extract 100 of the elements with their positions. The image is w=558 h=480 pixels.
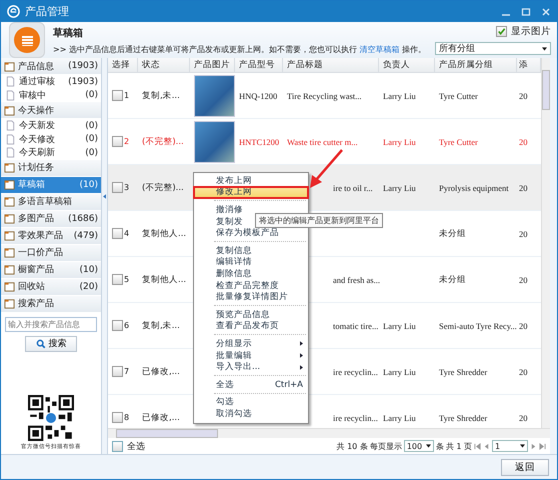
sidebar-item[interactable]: 审核中 (0) — [1, 88, 101, 102]
menu-item[interactable]: 导入导出... — [194, 361, 308, 373]
sidebar-label: 多图产品 — [18, 212, 54, 225]
menu-item[interactable]: 批量编辑 — [194, 350, 308, 362]
back-button[interactable]: 返回 — [501, 458, 549, 476]
item-count: (1903) — [68, 61, 98, 71]
table-cell: HNQ-1200 — [239, 90, 278, 100]
sidebar-item[interactable]: 今天操作 — [1, 102, 101, 119]
table-cell: 复制,未... — [142, 320, 180, 332]
row-number: 3 — [124, 183, 130, 192]
sidebar-label: 计划任务 — [18, 162, 54, 174]
table-cell: ire recyclin... — [333, 412, 378, 422]
row-number: 5 — [124, 275, 130, 284]
table-cell: ire recyclin... — [333, 366, 378, 376]
menu-item-label: 导入导出... — [216, 361, 260, 374]
page-dropdown[interactable]: 1 — [492, 440, 528, 452]
sidebar-item[interactable]: 多语言草稿箱 — [1, 194, 101, 210]
table-cell: Larry Liu — [383, 320, 416, 330]
unit-label: 条 — [436, 440, 444, 452]
menu-item-label: 分组显示 — [216, 338, 252, 350]
menu-item-label: 取消勾选 — [216, 408, 252, 420]
group-dropdown[interactable]: 所有分组 — [435, 42, 551, 55]
search-button[interactable]: 搜索 — [25, 336, 77, 352]
table-row[interactable]: 1 复制,未... HNQ-1200 Tire Recycling wast... Larry Liu Tyre Cutter 20 — [108, 73, 541, 119]
item-count: (10) — [80, 264, 98, 274]
per-page-dropdown[interactable]: 100 — [404, 440, 434, 452]
row-number: 8 — [124, 413, 130, 422]
sidebar-item[interactable]: 回收站 (20) — [1, 278, 101, 296]
sidebar-item[interactable]: 计划任务 — [1, 160, 101, 176]
column-header: 产品型号 — [235, 58, 283, 72]
sidebar-item[interactable]: 今天刷新 (0) — [1, 146, 101, 160]
column-header: 选择 — [108, 58, 138, 72]
table-cell: 20 — [519, 90, 528, 100]
table-cell: 复制他人... — [142, 274, 186, 286]
sidebar-item[interactable]: 今天修改 (0) — [1, 132, 101, 146]
row-number: 4 — [124, 229, 130, 238]
row-number: 6 — [124, 321, 130, 330]
table-cell: Larry Liu — [383, 182, 416, 192]
menu-item[interactable]: 查看产品发布页 — [194, 320, 308, 332]
sidebar-item[interactable]: 通过审核 (1903) — [1, 75, 101, 88]
sidebar-item[interactable]: 搜索产品 — [1, 296, 101, 312]
row-number: 7 — [124, 367, 130, 376]
menu-item[interactable]: 预览产品信息 — [194, 308, 308, 321]
menu-item[interactable]: 发布上网 — [194, 175, 308, 187]
menu-item[interactable]: 保存为模板产品 — [194, 227, 308, 239]
menu-item-label: 批量修复详情图片 — [216, 291, 288, 304]
sidebar-item[interactable]: 零效果产品 (479) — [1, 228, 101, 244]
column-header: 产品图片 — [190, 58, 235, 72]
table-cell: Larry Liu — [383, 412, 416, 422]
item-count: (1686) — [68, 214, 98, 224]
sidebar-item[interactable]: 今天新发 (0) — [1, 119, 101, 132]
menu-item-label: 复制信息 — [216, 244, 252, 257]
sidebar-label: 审核中 — [19, 90, 46, 102]
sidebar-item[interactable]: 多图产品 (1686) — [1, 210, 101, 228]
table-cell: (不完整)... — [142, 182, 184, 194]
menu-item[interactable]: 复制信息 — [194, 244, 308, 257]
table-cell: HNTC1200 — [239, 136, 280, 146]
table-cell: 20 — [519, 412, 528, 422]
table-cell: 20 — [519, 136, 528, 146]
table-cell: 未分组 — [439, 228, 466, 240]
menu-item[interactable]: 分组显示 — [194, 338, 308, 350]
table-cell: ire to oil r... — [333, 182, 373, 192]
menu-item[interactable]: 勾选 — [194, 396, 308, 408]
clear-drafts-link[interactable]: 清空草稿箱 — [360, 44, 400, 54]
table-cell: Tyre Cutter — [439, 90, 478, 100]
menu-item[interactable]: 检查产品完整度 — [194, 280, 308, 292]
table-cell: and fresh as... — [333, 274, 380, 284]
menu-item-label: 检查产品完整度 — [216, 280, 279, 292]
table-cell: Tyre Cutter — [439, 136, 478, 146]
sidebar-label: 橱窗产品 — [18, 264, 54, 276]
sidebar-item[interactable]: 草稿箱 (10) — [1, 176, 101, 194]
window-title: 产品管理 — [25, 4, 69, 19]
menu-item-label: 批量编辑 — [216, 350, 252, 362]
item-count: (0) — [85, 134, 98, 144]
column-header: 产品所属分组 — [435, 58, 517, 72]
column-header: 状态 — [138, 58, 190, 72]
menu-item[interactable]: 批量修复详情图片 — [194, 291, 308, 303]
menu-item[interactable]: 取消勾选 — [194, 408, 308, 420]
table-cell: Larry Liu — [383, 90, 416, 100]
menu-item-label: 勾选 — [216, 396, 234, 408]
sidebar-item[interactable]: 橱窗产品 (10) — [1, 262, 101, 278]
table-cell: 20 — [519, 228, 528, 238]
table-cell: 复制,未... — [142, 90, 180, 102]
column-header: 负责人 — [379, 58, 435, 72]
sidebar-item[interactable]: 产品信息 (1903) — [1, 58, 101, 75]
sidebar-label: 产品信息 — [18, 60, 54, 72]
table-cell: 20 — [519, 182, 528, 192]
menu-item-label: 全选 — [216, 378, 234, 391]
search-field[interactable]: 输入并搜索产品信息 — [5, 316, 97, 332]
sidebar-label: 今天新发 — [19, 120, 55, 132]
sidebar-label: 今天操作 — [18, 104, 54, 116]
sidebar-item[interactable]: 一口价产品 — [1, 244, 101, 262]
table-cell: 20 — [519, 366, 528, 376]
menu-item[interactable]: 全选 Ctrl+A — [194, 378, 308, 390]
menu-item[interactable]: 删除信息 — [194, 268, 308, 280]
menu-item[interactable]: 编辑详情 — [194, 256, 308, 268]
per-page-label: 每页显示 — [370, 440, 402, 452]
sidebar-label: 通过审核 — [19, 76, 55, 88]
item-count: (20) — [80, 282, 98, 292]
menu-item-label: 查看产品发布页 — [216, 320, 279, 332]
